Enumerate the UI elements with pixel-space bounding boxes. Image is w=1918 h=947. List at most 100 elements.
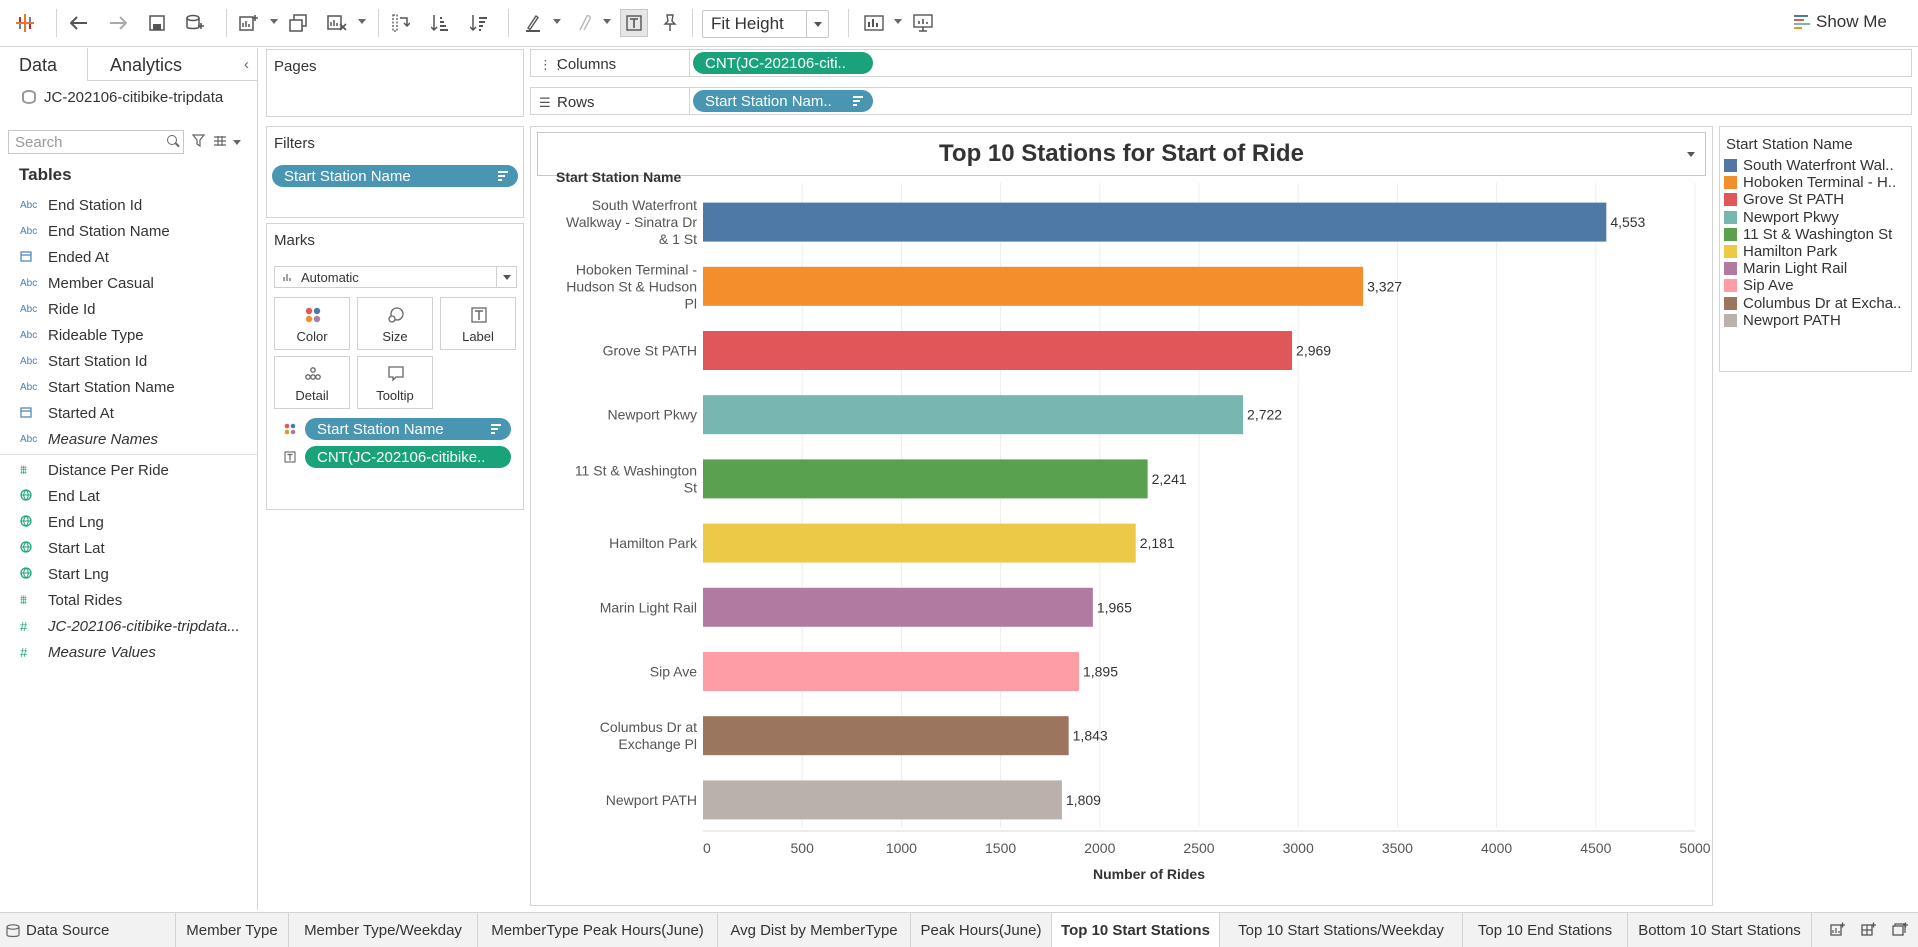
tooltip-button[interactable]: Tooltip — [357, 356, 433, 409]
search-input[interactable]: Search — [8, 130, 184, 154]
datasource-icon — [6, 923, 20, 937]
marks-color-pill[interactable]: Start Station Name — [305, 418, 511, 440]
data-source-tab[interactable]: Data Source — [0, 913, 176, 947]
sheet-tab[interactable]: MemberType Peak Hours(June) — [478, 913, 718, 947]
category-label: 11 St & Washington — [575, 462, 697, 478]
marks-label-pill[interactable]: CNT(JC-202106-citibike.. — [305, 446, 511, 468]
clear-sheet-dropdown-icon[interactable] — [358, 19, 366, 24]
x-tick-label: 500 — [791, 840, 815, 856]
view-options-icon[interactable] — [213, 134, 227, 150]
field-item[interactable]: Abc Ride Id — [0, 296, 257, 322]
field-item[interactable]: Abc Member Casual — [0, 270, 257, 296]
legend-swatch — [1724, 227, 1737, 241]
new-worksheet-icon[interactable] — [238, 10, 260, 36]
tooltip-button-label: Tooltip — [376, 388, 414, 403]
group-members-icon[interactable] — [573, 10, 595, 36]
bar-value-label: 1,843 — [1073, 728, 1108, 744]
tab-analytics[interactable]: Analytics — [110, 55, 182, 76]
field-item[interactable]: Abc End Station Id — [0, 192, 257, 218]
detail-button[interactable]: Detail — [274, 356, 350, 409]
duplicate-sheet-icon[interactable] — [287, 10, 309, 36]
new-datasource-icon[interactable] — [184, 10, 206, 36]
worksheet-view: Top 10 Stations for Start of Ride Start … — [530, 126, 1713, 906]
new-story-tab-icon[interactable] — [1891, 921, 1909, 939]
string-type-icon: Abc — [20, 355, 38, 367]
presentation-mode-icon[interactable] — [911, 10, 935, 36]
columns-label: Columns — [557, 56, 617, 73]
field-item[interactable]: Started At — [0, 400, 257, 426]
columns-pill[interactable]: CNT(JC-202106-citi.. — [693, 52, 873, 74]
collapse-pane-icon[interactable]: ‹ — [244, 56, 249, 73]
color-button[interactable]: Color — [274, 297, 350, 350]
columns-shelf[interactable]: ⋮⋮ Columns CNT(JC-202106-citi.. — [530, 49, 1912, 77]
field-item[interactable]: Abc Start Station Id — [0, 348, 257, 374]
sheet-tab[interactable]: Top 10 Start Stations — [1052, 913, 1220, 947]
string-type-icon: Abc — [20, 303, 38, 315]
new-worksheet-tab-icon[interactable] — [1829, 921, 1847, 939]
size-icon — [388, 307, 404, 323]
chevron-down-icon[interactable] — [496, 267, 516, 287]
field-item[interactable]: ⩩ Total Rides — [0, 587, 257, 613]
sort-descending-icon[interactable] — [468, 10, 490, 36]
label-button[interactable]: Label — [440, 297, 516, 350]
highlight-dropdown-icon[interactable] — [553, 19, 561, 24]
field-item[interactable]: Abc Start Station Name — [0, 374, 257, 400]
rows-shelf[interactable]: ☰ Rows Start Station Nam.. — [530, 87, 1912, 115]
view-options-dropdown-icon[interactable] — [233, 139, 241, 145]
fix-axes-pin-icon[interactable] — [659, 10, 681, 36]
new-dashboard-tab-icon[interactable] — [1860, 921, 1878, 939]
field-item[interactable]: Start Lng — [0, 561, 257, 587]
tab-data-label[interactable]: Data — [19, 55, 57, 76]
datasource-icon — [22, 90, 36, 104]
save-icon[interactable] — [146, 10, 168, 36]
field-item[interactable]: Start Lat — [0, 535, 257, 561]
chevron-down-icon[interactable] — [806, 11, 828, 37]
sheet-tab[interactable]: Top 10 End Stations — [1463, 913, 1628, 947]
legend-item-label: Newport PATH — [1743, 311, 1841, 329]
new-worksheet-dropdown-icon[interactable] — [270, 19, 278, 24]
sheet-tab[interactable]: Peak Hours(June) — [911, 913, 1052, 947]
clear-sheet-icon[interactable] — [326, 10, 348, 36]
filter-icon[interactable] — [191, 134, 206, 150]
mark-type-dropdown[interactable]: Automatic — [274, 266, 517, 288]
show-mark-labels-icon[interactable] — [620, 9, 648, 37]
group-members-dropdown-icon[interactable] — [603, 19, 611, 24]
sheet-tab[interactable]: Bottom 10 Start Stations — [1628, 913, 1812, 947]
size-button[interactable]: Size — [357, 297, 433, 350]
datasource-item[interactable]: JC-202106-citibike-tripdata — [0, 81, 257, 113]
undo-icon[interactable] — [68, 10, 90, 36]
field-item[interactable]: Abc Measure Names — [0, 426, 257, 452]
sort-ascending-icon[interactable] — [429, 10, 451, 36]
redo-icon[interactable] — [107, 10, 129, 36]
show-me-button[interactable]: Show Me — [1794, 12, 1887, 32]
pages-card[interactable]: Pages — [266, 49, 524, 117]
fit-dropdown[interactable]: Fit Height — [702, 10, 829, 38]
bar — [703, 266, 1364, 306]
show-cards-dropdown-icon[interactable] — [894, 19, 902, 24]
field-item[interactable]: End Lng — [0, 509, 257, 535]
filters-card[interactable]: Filters Start Station Name — [266, 126, 524, 218]
field-item[interactable]: Ended At — [0, 244, 257, 270]
field-item[interactable]: End Lat — [0, 483, 257, 509]
rows-pill[interactable]: Start Station Nam.. — [693, 90, 873, 112]
field-item[interactable]: Abc Rideable Type — [0, 322, 257, 348]
sheet-tab[interactable]: Avg Dist by MemberType — [718, 913, 911, 947]
category-label: Hamilton Park — [609, 535, 698, 551]
field-item[interactable]: Abc End Station Name — [0, 218, 257, 244]
legend-item[interactable]: Newport PATH — [1724, 310, 1910, 331]
sheet-tab[interactable]: Member Type/Weekday — [289, 913, 478, 947]
sheet-tab[interactable]: Top 10 Start Stations/Weekday — [1220, 913, 1463, 947]
color-legend[interactable]: Start Station Name South Waterfront Wal.… — [1719, 126, 1912, 372]
filter-pill-start-station-name[interactable]: Start Station Name — [272, 165, 518, 187]
field-item[interactable]: ⩩ Distance Per Ride — [0, 457, 257, 483]
field-item[interactable]: # JC-202106-citibike-tripdata... — [0, 613, 257, 639]
marks-title: Marks — [274, 232, 315, 249]
tableau-logo-icon[interactable] — [14, 10, 36, 36]
field-item[interactable]: # Measure Values — [0, 639, 257, 665]
show-cards-icon[interactable] — [862, 10, 886, 36]
search-icon[interactable] — [167, 135, 177, 145]
toolbar-divider — [508, 9, 509, 37]
highlight-icon[interactable] — [522, 10, 544, 36]
sheet-tab[interactable]: Member Type — [176, 913, 289, 947]
swap-rows-columns-icon[interactable] — [390, 10, 412, 36]
